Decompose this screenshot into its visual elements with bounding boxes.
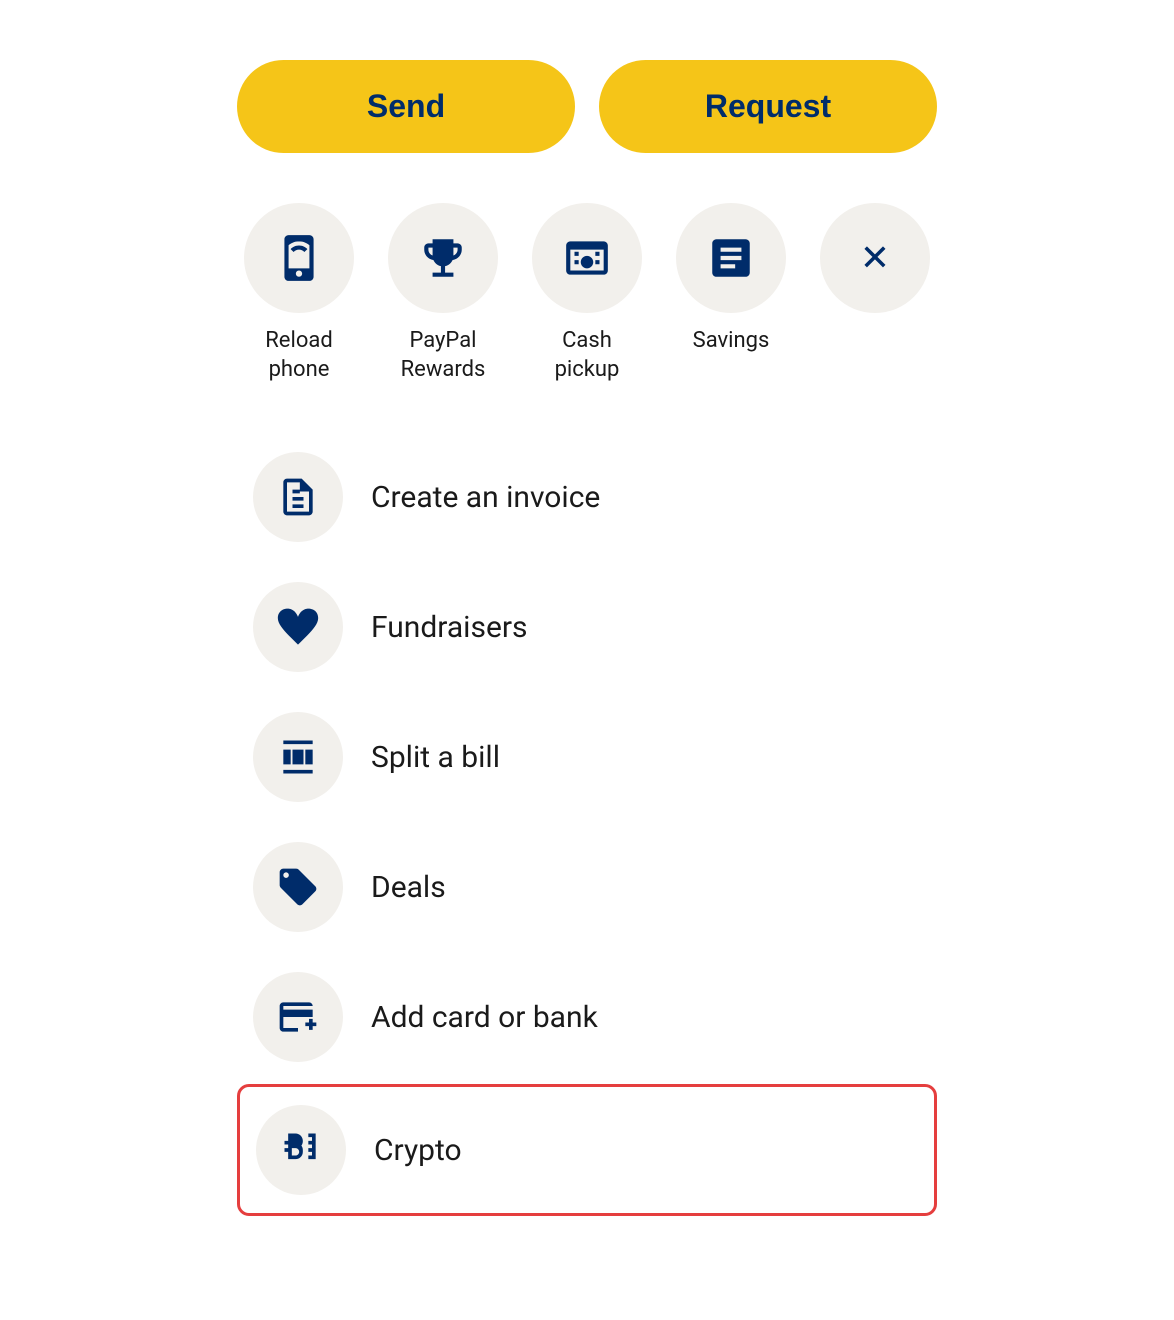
crypto-circle — [256, 1105, 346, 1195]
list-item-add-card[interactable]: Add card or bank — [237, 954, 937, 1080]
quick-action-reload-phone[interactable]: Reloadphone — [237, 203, 361, 384]
add-card-label: Add card or bank — [371, 1000, 598, 1035]
paypal-rewards-circle — [388, 203, 498, 313]
crypto-label: Crypto — [374, 1133, 462, 1168]
add-card-circle — [253, 972, 343, 1062]
list-item-crypto[interactable]: Crypto — [237, 1084, 937, 1216]
invoice-icon — [276, 475, 320, 519]
create-invoice-label: Create an invoice — [371, 480, 600, 515]
quick-actions-row: Reloadphone PayPalRewards Cashpickup — [237, 203, 937, 384]
close-circle: ✕ — [820, 203, 930, 313]
close-icon: ✕ — [860, 237, 890, 279]
cash-pickup-circle — [532, 203, 642, 313]
cash-icon — [562, 233, 612, 283]
send-button[interactable]: Send — [237, 60, 575, 153]
create-invoice-circle — [253, 452, 343, 542]
main-container: Send Request Reloadphone PayPalRewards — [237, 60, 937, 1260]
crypto-icon — [279, 1128, 323, 1172]
fundraisers-label: Fundraisers — [371, 610, 528, 645]
split-bill-icon — [276, 735, 320, 779]
reload-phone-icon — [274, 233, 324, 283]
list-item-split-bill[interactable]: Split a bill — [237, 694, 937, 820]
cash-pickup-label: Cashpickup — [555, 327, 620, 384]
reload-phone-circle — [244, 203, 354, 313]
trophy-icon — [418, 233, 468, 283]
fundraisers-circle — [253, 582, 343, 672]
quick-action-close[interactable]: ✕ — [813, 203, 937, 313]
paypal-rewards-label: PayPalRewards — [401, 327, 486, 384]
deals-circle — [253, 842, 343, 932]
fundraisers-icon — [276, 605, 320, 649]
button-row: Send Request — [237, 60, 937, 153]
list-items: Create an invoice Fundraisers Split a bi… — [237, 434, 937, 1216]
list-item-deals[interactable]: Deals — [237, 824, 937, 950]
split-bill-label: Split a bill — [371, 740, 500, 775]
reload-phone-label: Reloadphone — [265, 327, 333, 384]
quick-action-savings[interactable]: Savings — [669, 203, 793, 356]
list-item-fundraisers[interactable]: Fundraisers — [237, 564, 937, 690]
quick-action-cash-pickup[interactable]: Cashpickup — [525, 203, 649, 384]
split-bill-circle — [253, 712, 343, 802]
savings-circle — [676, 203, 786, 313]
request-button[interactable]: Request — [599, 60, 937, 153]
add-card-icon — [276, 995, 320, 1039]
savings-icon — [706, 233, 756, 283]
savings-label: Savings — [693, 327, 770, 356]
deals-label: Deals — [371, 870, 446, 905]
deals-icon — [276, 865, 320, 909]
list-item-create-invoice[interactable]: Create an invoice — [237, 434, 937, 560]
quick-action-paypal-rewards[interactable]: PayPalRewards — [381, 203, 505, 384]
